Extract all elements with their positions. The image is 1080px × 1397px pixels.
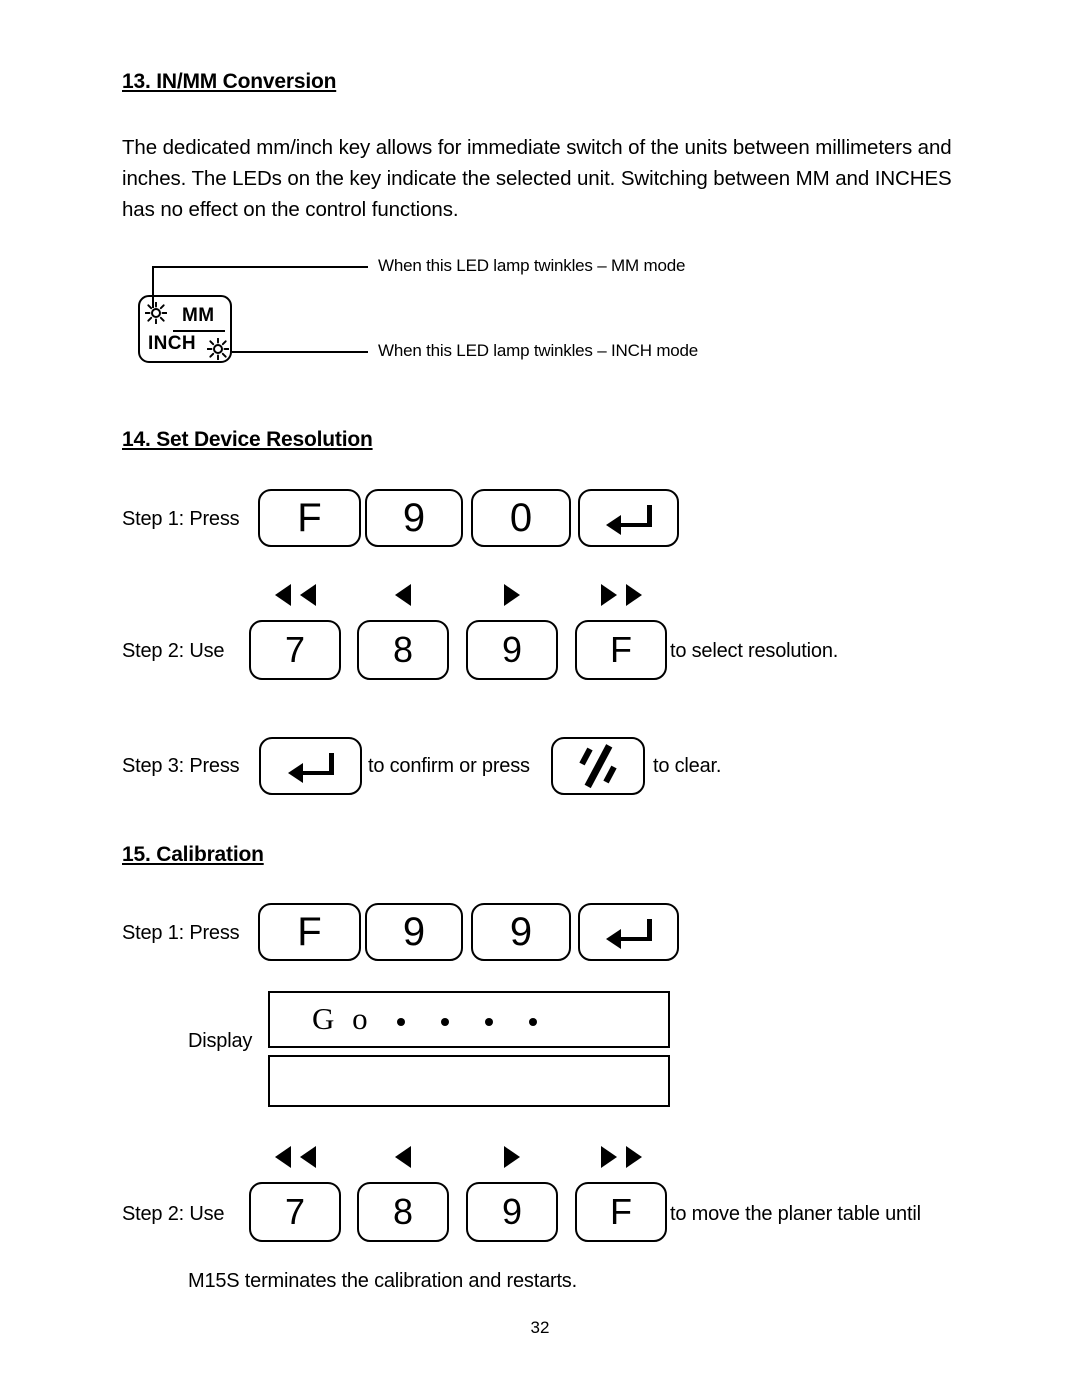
double-right-arrow-icon — [625, 1146, 642, 1168]
document-page: 13. IN/MM Conversion The dedicated mm/in… — [0, 0, 1080, 1397]
section-14-heading: 14. Set Device Resolution — [122, 428, 373, 451]
double-left-arrow-icon — [274, 584, 291, 606]
s14-arrows-double-left — [249, 583, 341, 607]
key-clear[interactable] — [551, 737, 645, 795]
inch-mode-annotation: When this LED lamp twinkles – INCH mode — [378, 341, 699, 360]
key-f[interactable]: F — [258, 903, 361, 961]
enter-icon — [605, 505, 652, 535]
key-0[interactable]: 0 — [471, 489, 571, 547]
key-f[interactable]: F — [575, 620, 667, 680]
inch-key-label: INCH — [148, 333, 197, 354]
display-line-1: G o — [268, 991, 670, 1048]
single-left-arrow-icon — [395, 584, 411, 606]
key-f[interactable]: F — [258, 489, 361, 547]
key-9[interactable]: 9 — [471, 903, 571, 961]
double-right-arrow-icon — [600, 1146, 617, 1168]
display-dot — [441, 1018, 449, 1026]
section-13-paragraph: The dedicated mm/inch key allows for imm… — [122, 136, 952, 221]
double-left-arrow-icon — [274, 1146, 291, 1168]
mm-leader-horizontal — [152, 266, 368, 269]
key-enter[interactable] — [578, 489, 679, 547]
s15-step2-label: Step 2: Use — [122, 1203, 225, 1225]
double-right-arrow-icon — [600, 584, 617, 606]
s15-arrows-double-left — [249, 1145, 341, 1169]
display-line-2 — [268, 1055, 670, 1107]
s14-step2-label: Step 2: Use — [122, 640, 225, 662]
s14-arrows-single-right — [466, 583, 558, 607]
display-line-1-text: G o — [312, 1001, 373, 1036]
s14-step1-label: Step 1: Press — [122, 508, 240, 530]
key-enter[interactable] — [259, 737, 362, 795]
double-left-arrow-icon — [299, 584, 316, 606]
single-right-arrow-icon — [504, 584, 520, 606]
s14-step3-label: Step 3: Press — [122, 755, 240, 777]
mm-leader-vertical — [152, 266, 155, 308]
display-dot — [397, 1018, 405, 1026]
inch-leader-horizontal — [232, 351, 368, 354]
s15-arrows-double-right — [575, 1145, 667, 1169]
s15-closing-text: M15S terminates the calibration and rest… — [188, 1270, 577, 1292]
enter-icon — [287, 753, 334, 783]
s14-step3-middle-text: to confirm or press — [368, 755, 530, 777]
s14-arrows-single-left — [357, 583, 449, 607]
key-7[interactable]: 7 — [249, 620, 341, 680]
key-8[interactable]: 8 — [357, 1182, 449, 1242]
key-8[interactable]: 8 — [357, 620, 449, 680]
key-9[interactable]: 9 — [365, 903, 463, 961]
s15-step1-label: Step 1: Press — [122, 922, 240, 944]
inch-led-star-icon — [206, 337, 230, 361]
key-7[interactable]: 7 — [249, 1182, 341, 1242]
enter-icon — [605, 919, 652, 949]
section-15-heading: 15. Calibration — [122, 843, 264, 866]
s15-step2-trailing-text: to move the planer table until — [670, 1203, 921, 1225]
double-right-arrow-icon — [625, 584, 642, 606]
clear-icon — [576, 744, 620, 788]
key-enter[interactable] — [578, 903, 679, 961]
key-f[interactable]: F — [575, 1182, 667, 1242]
section-13-heading: 13. IN/MM Conversion — [122, 70, 337, 93]
page-number: 32 — [530, 1318, 550, 1337]
s15-arrows-single-right — [466, 1145, 558, 1169]
s14-arrows-double-right — [575, 583, 667, 607]
mm-key-label: MM — [182, 305, 215, 326]
display-dot — [529, 1018, 537, 1026]
s14-step3-trailing-text: to clear. — [653, 755, 722, 777]
single-left-arrow-icon — [395, 1146, 411, 1168]
double-left-arrow-icon — [299, 1146, 316, 1168]
mm-mode-annotation: When this LED lamp twinkles – MM mode — [378, 256, 686, 275]
s15-arrows-single-left — [357, 1145, 449, 1169]
single-right-arrow-icon — [504, 1146, 520, 1168]
key-9[interactable]: 9 — [466, 620, 558, 680]
s14-step2-trailing-text: to select resolution. — [670, 640, 839, 662]
key-9[interactable]: 9 — [466, 1182, 558, 1242]
display-dot — [485, 1018, 493, 1026]
key-9[interactable]: 9 — [365, 489, 463, 547]
display-label: Display — [188, 1030, 253, 1052]
mm-led-star-icon — [144, 301, 168, 325]
